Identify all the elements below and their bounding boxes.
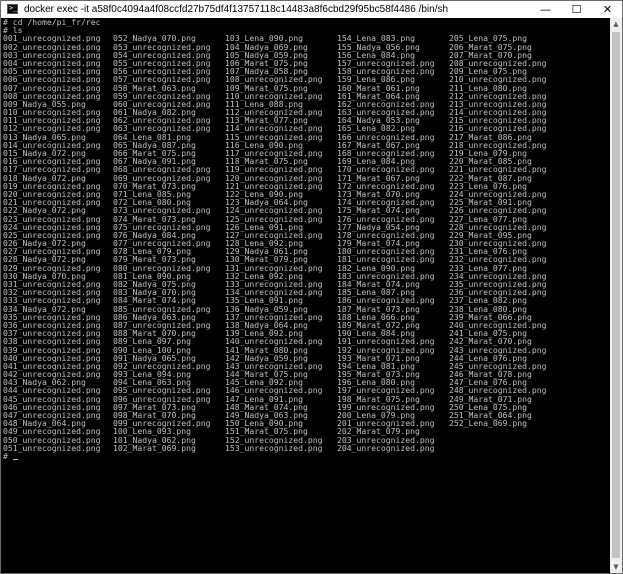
scroll-down-arrow-icon[interactable]: ▼ xyxy=(610,561,622,573)
close-button[interactable]: ✕ xyxy=(592,1,623,18)
cursor xyxy=(12,459,18,461)
file-name: 204_unrecognized.png xyxy=(337,442,435,453)
prompt-line: # xyxy=(3,450,609,461)
terminal-window: >_ docker exec -it a58f0c4094a4f08ccfd27… xyxy=(0,0,623,574)
terminal-icon: >_ xyxy=(7,4,18,14)
prompt: # xyxy=(3,450,13,461)
command-line: # cd /home/pi_fr/rec xyxy=(3,18,101,27)
window-title: docker exec -it a58f0c4094a4f08ccfd27b75… xyxy=(24,4,449,15)
file-name: 153_unrecognized.png xyxy=(225,442,323,453)
terminal-output[interactable]: # cd /home/pi_fr/rec # ls 001_unrecogniz… xyxy=(3,18,609,572)
scrollbar-thumb[interactable] xyxy=(612,32,620,558)
file-name: 252_Lena_069.png xyxy=(449,418,527,429)
file-name: 102_Marat_069.png xyxy=(113,442,196,453)
scroll-up-arrow-icon[interactable]: ▲ xyxy=(610,18,622,30)
file-name: 051_unrecognized.png xyxy=(3,442,101,453)
maximize-button[interactable]: ☐ xyxy=(561,1,592,18)
file-listing: 001_unrecognized.png 052_Nadya_070.png 103… xyxy=(3,34,609,452)
title-bar[interactable]: >_ docker exec -it a58f0c4094a4f08ccfd27… xyxy=(1,1,622,18)
vertical-scrollbar[interactable]: ▲ ▼ xyxy=(610,18,622,573)
listing-row: 051_unrecognized.png 102_Marat_069.png 153… xyxy=(3,444,609,452)
minimize-button[interactable]: — xyxy=(530,1,561,18)
